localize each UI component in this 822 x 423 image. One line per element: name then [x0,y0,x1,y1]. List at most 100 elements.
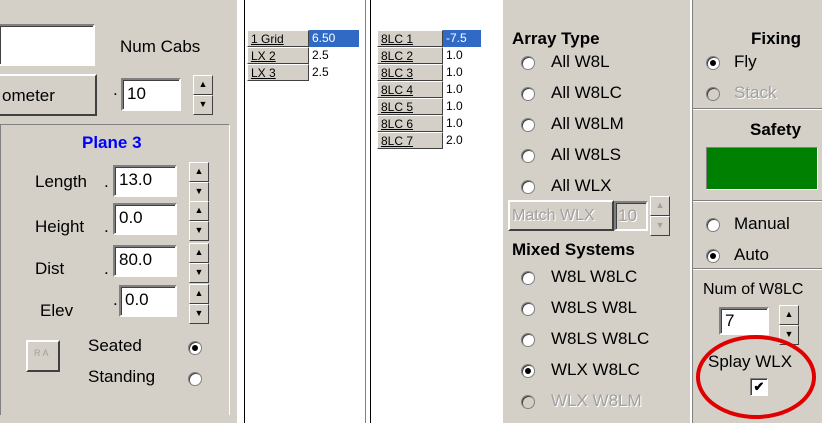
fly-radio[interactable] [706,56,720,70]
match-value-input[interactable]: 10 [614,201,648,231]
grid2-name-6[interactable]: 8LC 6 [377,115,443,132]
ra-button[interactable]: R A [26,340,60,372]
grid1-value-2[interactable]: 2.5 [309,47,359,64]
manual-radio[interactable] [706,218,720,232]
match-wlx-button[interactable]: Match WLX [508,200,614,231]
grid2-value-7[interactable]: 2.0 [443,132,481,149]
grid2-name-3[interactable]: 8LC 3 [377,64,443,81]
grid1[interactable]: 1 Grid 6.50 LX 2 2.5 LX 3 2.5 [245,0,366,423]
num-w8lc-input[interactable]: 7 [719,307,769,335]
length-dot: . [104,172,109,191]
length-spinner[interactable]: ▲ ▼ [189,162,209,202]
num-cabs-spinner[interactable]: ▲ ▼ [193,75,213,115]
seated-radio[interactable] [188,341,202,355]
grid2-value-3[interactable]: 1.0 [443,64,481,81]
grid1-name-1[interactable]: 1 Grid [247,30,309,47]
spin-up-icon[interactable]: ▲ [189,284,209,304]
mixed-option-4[interactable]: WLX W8LC [551,360,640,380]
manual-label[interactable]: Manual [734,214,790,234]
dist-input[interactable]: 80.0 [113,245,177,277]
annotation-circle [696,335,816,419]
grid2-value-1[interactable]: -7.5 [443,30,481,47]
grid2-value-4[interactable]: 1.0 [443,81,481,98]
safety-title: Safety [750,120,802,139]
stack-radio[interactable] [706,87,720,101]
spin-down-icon[interactable]: ▼ [650,216,670,236]
array-option-radio-3[interactable] [521,118,535,132]
top-input[interactable] [0,24,95,66]
spin-down-icon[interactable]: ▼ [189,304,209,324]
array-option-radio-1[interactable] [521,56,535,70]
num-cabs-input[interactable]: 10 [121,78,181,111]
length-input[interactable]: 13.0 [113,165,177,197]
match-spinner[interactable]: ▲ ▼ [650,196,670,236]
array-option-radio-5[interactable] [521,180,535,194]
spin-up-icon[interactable]: ▲ [189,162,209,182]
mixed-option-3[interactable]: W8LS W8LC [551,329,649,349]
divider [693,269,822,270]
mixed-option-radio-4[interactable] [521,364,535,378]
fixing-title: Fixing [751,29,802,48]
length-label: Length [35,172,87,191]
num-cabs-dot: . [113,80,118,99]
divider [693,201,822,202]
dist-spinner[interactable]: ▲ ▼ [189,243,209,283]
mixed-option-1[interactable]: W8L W8LC [551,267,637,287]
standing-radio[interactable] [188,372,202,386]
spin-down-icon[interactable]: ▼ [189,263,209,283]
grid2-name-5[interactable]: 8LC 5 [377,98,443,115]
grid1-value-3[interactable]: 2.5 [309,64,359,81]
grid2-name-4[interactable]: 8LC 4 [377,81,443,98]
grid2-value-6[interactable]: 1.0 [443,115,481,132]
mixed-option-2[interactable]: W8LS W8L [551,298,637,318]
mixed-option-5[interactable]: WLX W8LM [551,391,642,411]
num-cabs-label: Num Cabs [120,37,201,56]
num-w8lc-label: Num of W8LC [703,281,804,298]
elev-input[interactable]: 0.0 [119,285,177,317]
height-label: Height [35,217,85,236]
grid2-name-1[interactable]: 8LC 1 [377,30,443,47]
elev-spinner[interactable]: ▲ ▼ [189,284,209,324]
height-spinner[interactable]: ▲ ▼ [189,201,209,241]
array-option-radio-4[interactable] [521,149,535,163]
ometer-button[interactable]: ometer [0,74,97,116]
spin-up-icon[interactable]: ▲ [650,196,670,216]
plane-title: Plane 3 [82,133,142,152]
grid1-name-3[interactable]: LX 3 [247,64,309,81]
mixed-option-radio-3[interactable] [521,333,535,347]
grid2-value-2[interactable]: 1.0 [443,47,481,64]
auto-radio[interactable] [706,249,720,263]
spin-up-icon[interactable]: ▲ [779,305,799,325]
dist-dot: . [104,259,109,278]
grid2-name-2[interactable]: 8LC 2 [377,47,443,64]
spin-up-icon[interactable]: ▲ [189,243,209,263]
array-option-1[interactable]: All W8L [551,52,610,72]
grid2-value-5[interactable]: 1.0 [443,98,481,115]
array-option-2[interactable]: All W8LC [551,83,622,103]
mixed-option-radio-1[interactable] [521,271,535,285]
grid1-value-1[interactable]: 6.50 [309,30,359,47]
mixed-option-radio-2[interactable] [521,302,535,316]
mixed-option-radio-5[interactable] [521,395,535,409]
spin-down-icon[interactable]: ▼ [189,221,209,241]
spin-up-icon[interactable]: ▲ [193,75,213,95]
array-option-radio-2[interactable] [521,87,535,101]
array-option-5[interactable]: All WLX [551,176,611,196]
stack-label[interactable]: Stack [734,83,777,103]
spin-up-icon[interactable]: ▲ [189,201,209,221]
auto-label[interactable]: Auto [734,245,769,265]
seated-label: Seated [88,336,142,355]
array-type-title: Array Type [512,29,600,48]
mixed-systems-title: Mixed Systems [512,240,635,259]
fly-label[interactable]: Fly [734,52,757,72]
standing-label: Standing [88,367,156,386]
grid1-name-2[interactable]: LX 2 [247,47,309,64]
grid2[interactable]: 8LC 1 -7.5 8LC 2 1.0 8LC 3 1.0 8LC 4 1.0… [370,0,504,423]
spin-down-icon[interactable]: ▼ [189,182,209,202]
height-input[interactable]: 0.0 [113,203,177,235]
spin-down-icon[interactable]: ▼ [193,95,213,115]
array-option-3[interactable]: All W8LM [551,114,624,134]
grid2-name-7[interactable]: 8LC 7 [377,132,443,149]
array-option-4[interactable]: All W8LS [551,145,621,165]
elev-dot: . [113,290,118,309]
